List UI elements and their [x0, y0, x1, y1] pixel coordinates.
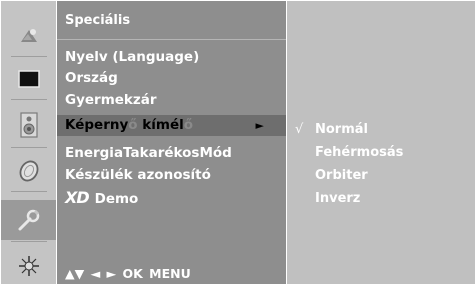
picture-category[interactable] — [1, 18, 56, 53]
icon-divider — [11, 191, 47, 192]
menu-item-language[interactable]: Nyelv (Language) — [65, 47, 277, 68]
menu-item-device-id[interactable]: Készülék azonosító — [65, 165, 277, 186]
speaker-icon — [19, 111, 38, 138]
menu-item-xd-demo[interactable]: XD Demo — [65, 187, 277, 208]
icon-divider — [11, 56, 47, 57]
menu-item-child-lock[interactable]: Gyermekzár — [65, 90, 277, 111]
navigation-hint: ▲▼ ◄ ► OK MENU — [65, 266, 191, 281]
menu-item-label: Képernyő kímélő — [65, 117, 194, 133]
clock-icon — [19, 160, 38, 181]
special-menu-panel: Speciális Nyelv (Language) Ország Gyerme… — [57, 1, 286, 284]
menu-item-label: Demo — [94, 191, 139, 207]
submenu-item-orbiter[interactable]: Orbiter — [295, 166, 470, 186]
time-category[interactable] — [1, 153, 56, 188]
screen-icon — [17, 69, 40, 88]
icon-divider — [11, 241, 47, 242]
picture-icon — [20, 28, 37, 42]
xd-logo: XD — [65, 188, 90, 207]
menu-title: Speciális — [65, 13, 131, 28]
menu-item-power-saving[interactable]: EnergiaTakarékosMód — [65, 143, 277, 164]
menu-item-label: Gyermekzár — [65, 92, 157, 108]
icon-divider — [11, 147, 47, 148]
menu-item-label: Készülék azonosító — [65, 167, 211, 183]
navigation-hint-bar: ▲▼ ◄ ► OK MENU — [57, 263, 286, 284]
icon-divider — [11, 99, 47, 100]
menu-item-label: EnergiaTakarékosMód — [65, 145, 232, 161]
option-category[interactable] — [1, 200, 56, 240]
submenu-item-inverse[interactable]: Inverz — [295, 189, 470, 209]
setup-category[interactable] — [1, 248, 56, 283]
menu-item-label: Nyelv (Language) — [65, 49, 200, 65]
submenu-item-whitewash[interactable]: Fehérmosás — [295, 143, 470, 163]
tv-osd-menu: Speciális Nyelv (Language) Ország Gyerme… — [0, 0, 476, 286]
menu-item-screensaver[interactable]: Képernyő kímélő ► — [57, 115, 286, 136]
submenu-item-label: Fehérmosás — [315, 145, 404, 160]
submenu-item-label: Orbiter — [315, 168, 368, 183]
category-icon-strip — [1, 1, 56, 284]
sound-category[interactable] — [1, 107, 56, 142]
menu-item-country[interactable]: Ország — [65, 68, 277, 89]
check-mark-icon: √ — [295, 122, 304, 137]
screensaver-submenu: √ Normál Fehérmosás Orbiter Inverz — [287, 1, 475, 284]
title-divider — [57, 39, 286, 40]
menu-item-label: Ország — [65, 70, 118, 86]
submenu-item-label: Inverz — [315, 191, 361, 206]
wrench-icon — [18, 209, 39, 231]
screen-category[interactable] — [1, 61, 56, 96]
submenu-arrow-icon: ► — [255, 119, 264, 132]
submenu-item-normal[interactable]: √ Normál — [295, 120, 470, 140]
submenu-item-label: Normál — [315, 122, 368, 137]
settings-icon — [18, 255, 39, 276]
